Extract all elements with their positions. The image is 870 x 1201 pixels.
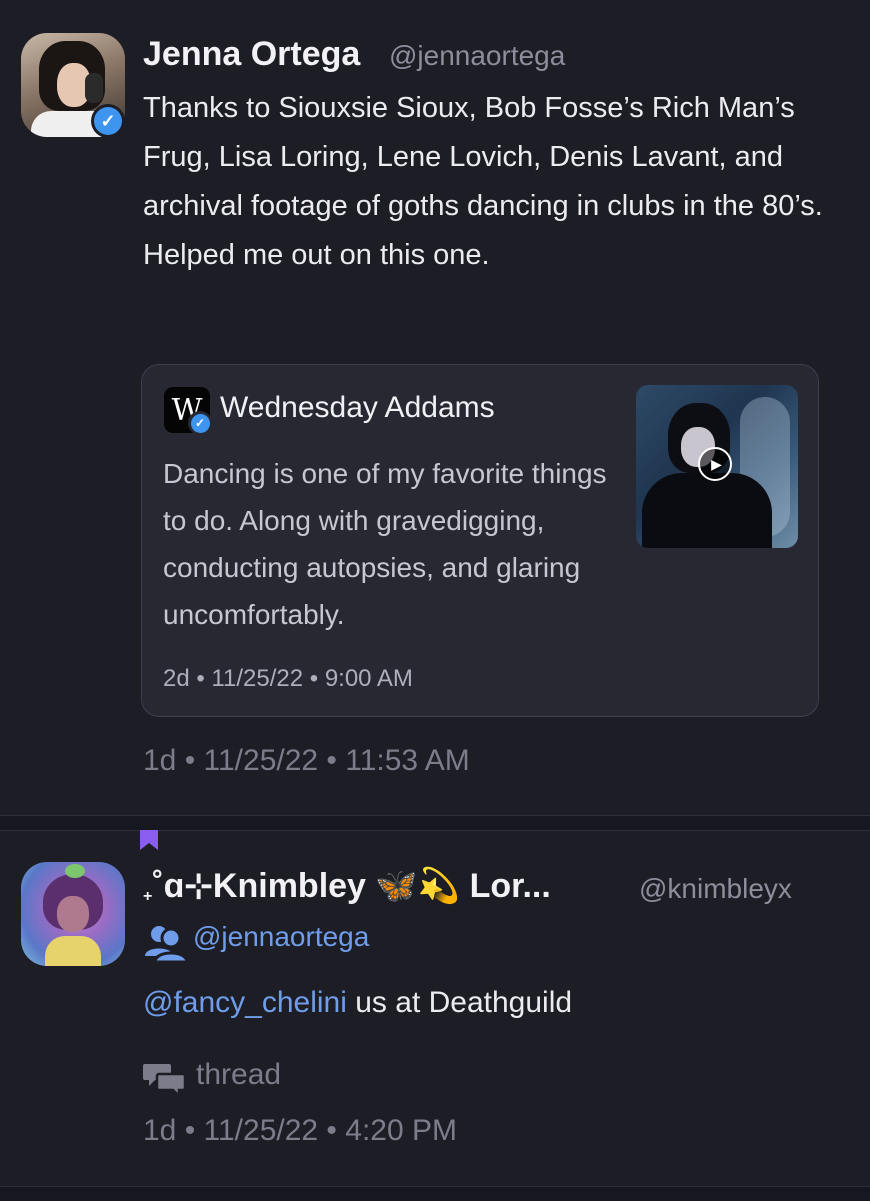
verified-badge-icon: ✓	[91, 104, 125, 138]
bottom-divider	[0, 1186, 870, 1201]
verified-badge-icon: ✓	[188, 411, 212, 435]
quoted-post-body: Dancing is one of my favorite things to …	[163, 458, 607, 630]
reply-body: @fancy_chelini us at Deathguild	[143, 986, 572, 1020]
reply-timestamp: 1d • 11/25/22 • 4:20 PM	[143, 1114, 457, 1147]
reply-to-handle[interactable]: @jennaortega	[193, 921, 369, 953]
reply-author-avatar[interactable]	[21, 862, 125, 966]
author-name-suffix: Lor...	[469, 867, 551, 905]
thread-link[interactable]: thread	[196, 1058, 281, 1092]
play-icon[interactable]: ▶	[698, 447, 732, 481]
author-name-prefix: ˚ɑ⊹Knimbley	[152, 867, 366, 905]
reply-post[interactable]: +˚ɑ⊹Knimbley 🦋💫 Lor... @knimbleyx @jenna…	[0, 830, 870, 1200]
replying-to-users-icon	[145, 926, 189, 962]
butterfly-icon: 🦋	[375, 867, 418, 905]
divider	[0, 815, 870, 831]
bookmark-icon	[140, 830, 158, 850]
sparkle-glyph: +	[143, 888, 153, 905]
reply-author-handle[interactable]: @knimbleyx	[639, 873, 792, 905]
quoted-post-timestamp: 2d • 11/25/22 • 9:00 AM	[163, 665, 413, 692]
video-thumbnail[interactable]: ▶	[636, 385, 798, 548]
main-post[interactable]: ✓ Jenna Ortega @jennaortega Thanks to Si…	[0, 0, 870, 815]
post-timestamp: 1d • 11/25/22 • 11:53 AM	[143, 744, 470, 777]
author-handle[interactable]: @jennaortega	[389, 40, 565, 72]
post-body: Thanks to Siouxsie Sioux, Bob Fosse’s Ri…	[143, 92, 823, 271]
reply-body-text: us at Deathguild	[346, 986, 573, 1019]
dizzy-star-icon: 💫	[417, 867, 461, 905]
quoted-author-name[interactable]: Wednesday Addams	[220, 391, 495, 425]
author-name[interactable]: Jenna Ortega	[143, 35, 360, 74]
reply-author-name[interactable]: +˚ɑ⊹Knimbley 🦋💫 Lor...	[143, 866, 551, 906]
thread-icon[interactable]	[143, 1060, 187, 1096]
quoted-post[interactable]: W ✓ Wednesday Addams Dancing is one of m…	[141, 364, 819, 717]
mention-link[interactable]: @fancy_chelini	[143, 986, 347, 1019]
